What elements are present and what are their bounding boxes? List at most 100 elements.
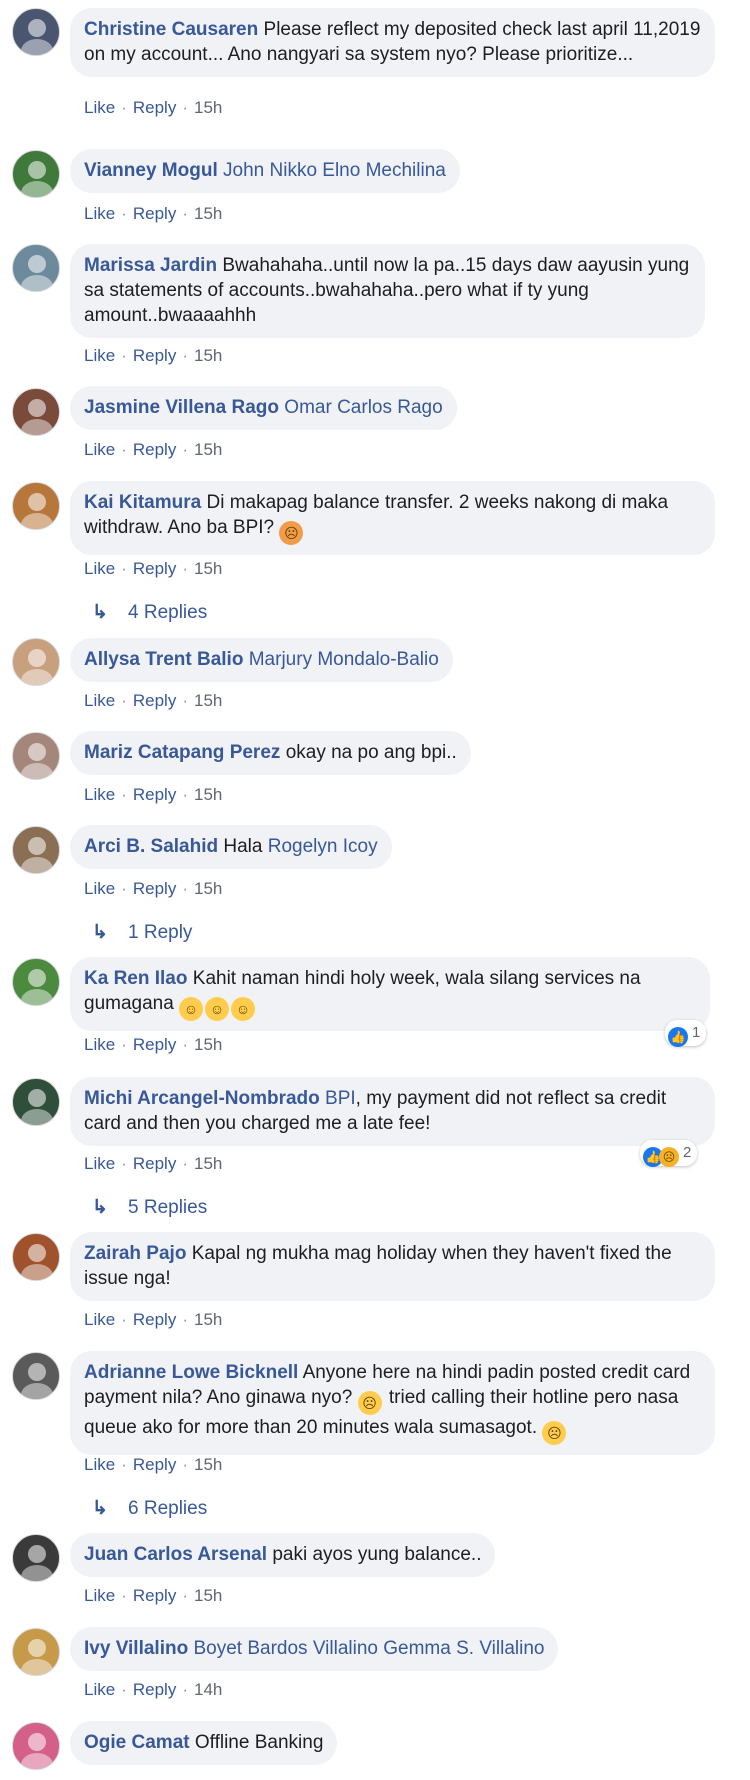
reply-link[interactable]: Reply [133,1680,176,1699]
reply-link[interactable]: Reply [133,559,176,578]
like-link[interactable]: Like [84,559,115,578]
avatar[interactable] [12,1628,60,1676]
comment-author[interactable]: Arci B. Salahid [84,836,218,857]
like-link[interactable]: Like [84,1310,115,1329]
reply-link[interactable]: Reply [133,204,176,223]
avatar[interactable] [12,1534,60,1582]
avatar[interactable] [12,1078,60,1126]
comment-actions: Like · Reply · 15h [84,98,223,117]
timestamp[interactable]: 15h [194,1586,222,1605]
like-link[interactable]: Like [84,785,115,804]
avatar[interactable] [12,732,60,780]
comment-actions: Like · Reply · 15h [84,1154,223,1173]
comment-bubble: Marissa Jardin Bwahahaha..until now la p… [70,244,705,338]
angry-emoji-icon: ☹ [279,521,304,545]
laughing-emoji-icon: ☺ [231,997,256,1021]
comment-actions: Like · Reply · 15h [84,346,223,365]
view-replies-link[interactable]: ↳ 1 Reply [92,921,192,944]
comment-author[interactable]: Ogie Camat [84,1732,190,1753]
timestamp[interactable]: 15h [194,204,222,223]
comment-author[interactable]: Christine Causaren [84,19,258,40]
timestamp[interactable]: 15h [194,98,222,117]
avatar[interactable] [12,826,60,874]
comment-actions: Like · Reply · 15h [84,785,223,804]
timestamp[interactable]: 15h [194,1154,222,1173]
view-replies-link[interactable]: ↳ 6 Replies [92,1497,207,1520]
mention-link[interactable]: Marjury Mondalo-Balio [249,649,439,670]
comment-author[interactable]: Michi Arcangel-Nombrado [84,1088,320,1109]
comment-actions: Like · Reply · 15h [84,1310,223,1329]
reply-link[interactable]: Reply [133,1586,176,1605]
reply-link[interactable]: Reply [133,1455,176,1474]
timestamp[interactable]: 15h [194,785,222,804]
reply-link[interactable]: Reply [133,1154,176,1173]
avatar[interactable] [12,150,60,198]
view-replies-link[interactable]: ↳ 4 Replies [92,601,207,624]
comment-author[interactable]: Ka Ren Ilao [84,968,187,989]
mention-link[interactable]: Rogelyn Icoy [268,836,378,857]
mention-link[interactable]: John Nikko Elno Mechilina [223,160,446,181]
timestamp[interactable]: 15h [194,559,222,578]
reply-link[interactable]: Reply [133,346,176,365]
like-link[interactable]: Like [84,440,115,459]
comment-author[interactable]: Kai Kitamura [84,492,201,513]
timestamp[interactable]: 15h [194,1310,222,1329]
like-link[interactable]: Like [84,1586,115,1605]
comment-bubble: Michi Arcangel-Nombrado BPI, my payment … [70,1077,715,1146]
reaction-summary[interactable]: 👍 ☹ 2 [640,1140,698,1167]
like-link[interactable]: Like [84,204,115,223]
avatar[interactable] [12,482,60,530]
laughing-emoji-icon: ☺ [205,997,230,1021]
timestamp[interactable]: 15h [194,1035,222,1054]
comment-bubble: Zairah Pajo Kapal ng mukha mag holiday w… [70,1232,715,1301]
comment-author[interactable]: Adrianne Lowe Bicknell [84,1362,298,1383]
mention-link[interactable]: Boyet Bardos Villalino Gemma S. Villalin… [193,1638,544,1659]
avatar[interactable] [12,1233,60,1281]
reaction-summary[interactable]: 👍 1 [665,1020,707,1047]
comment-bubble: Ka Ren Ilao Kahit naman hindi holy week,… [70,957,710,1031]
like-link[interactable]: Like [84,98,115,117]
timestamp[interactable]: 15h [194,1455,222,1474]
comment-author[interactable]: Allysa Trent Balio [84,649,243,670]
comment-actions: Like · Reply · 15h [84,440,223,459]
avatar[interactable] [12,1352,60,1400]
avatar[interactable] [12,388,60,436]
like-link[interactable]: Like [84,346,115,365]
avatar[interactable] [12,1722,60,1770]
avatar[interactable] [12,8,60,56]
like-link[interactable]: Like [84,1455,115,1474]
reply-link[interactable]: Reply [133,98,176,117]
like-link[interactable]: Like [84,1035,115,1054]
comment-author[interactable]: Jasmine Villena Rago [84,397,279,418]
like-link[interactable]: Like [84,691,115,710]
reply-link[interactable]: Reply [133,785,176,804]
timestamp[interactable]: 15h [194,879,222,898]
reply-link[interactable]: Reply [133,1035,176,1054]
mention-link[interactable]: BPI [325,1088,356,1109]
view-replies-link[interactable]: ↳ 5 Replies [92,1196,207,1219]
reply-arrow-icon: ↳ [92,1197,108,1218]
comment-bubble: Ivy Villalino Boyet Bardos Villalino Gem… [70,1627,559,1671]
reply-link[interactable]: Reply [133,879,176,898]
timestamp[interactable]: 14h [194,1680,222,1699]
comment-author[interactable]: Vianney Mogul [84,160,218,181]
comment-author[interactable]: Zairah Pajo [84,1243,186,1264]
timestamp[interactable]: 15h [194,691,222,710]
mention-link[interactable]: Omar Carlos Rago [284,397,442,418]
like-link[interactable]: Like [84,1154,115,1173]
timestamp[interactable]: 15h [194,440,222,459]
reply-link[interactable]: Reply [133,1310,176,1329]
comment-author[interactable]: Ivy Villalino [84,1638,188,1659]
reply-link[interactable]: Reply [133,440,176,459]
like-link[interactable]: Like [84,879,115,898]
avatar[interactable] [12,638,60,686]
comment-bubble: Kai Kitamura Di makapag balance transfer… [70,481,715,555]
comment-author[interactable]: Mariz Catapang Perez [84,742,280,763]
reply-link[interactable]: Reply [133,691,176,710]
comment-author[interactable]: Juan Carlos Arsenal [84,1544,267,1565]
timestamp[interactable]: 15h [194,346,222,365]
comment-author[interactable]: Marissa Jardin [84,255,217,276]
avatar[interactable] [12,958,60,1006]
avatar[interactable] [12,244,60,292]
like-link[interactable]: Like [84,1680,115,1699]
